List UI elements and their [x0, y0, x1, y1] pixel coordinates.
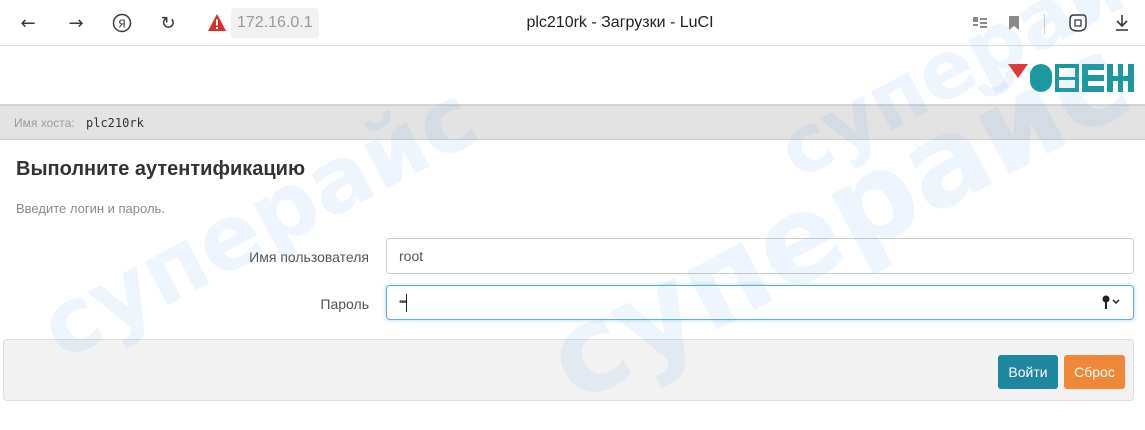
yandex-icon[interactable]: Я [110, 10, 134, 36]
reader-mode-icon[interactable] [970, 10, 990, 36]
username-input[interactable]: root [386, 238, 1134, 274]
download-icon[interactable] [1110, 10, 1134, 36]
oven-logo [1004, 54, 1138, 96]
warning-icon[interactable] [207, 13, 227, 33]
password-label: Пароль [320, 296, 369, 312]
svg-text:Я: Я [118, 18, 126, 31]
toolbar-divider [1044, 14, 1045, 34]
login-button[interactable]: Войти [998, 355, 1058, 389]
text-caret [406, 293, 408, 312]
back-arrow-icon[interactable]: ← [16, 10, 40, 36]
page-tab-title: plc210rk - Загрузки - LuCI [526, 14, 714, 31]
browser-toolbar: ← → Я ↻ 172.16.0.1 plc210rk - Загрузки -… [0, 0, 1145, 46]
password-input[interactable]: •••• [386, 285, 1134, 320]
protect-icon[interactable] [1066, 10, 1090, 36]
username-label: Имя пользователя [249, 249, 369, 265]
form-actions-bar: Войти Сброс [3, 339, 1134, 401]
hostname-bar: Имя хоста: plc210rk [0, 105, 1145, 140]
password-manager-key-icon[interactable] [1101, 293, 1123, 311]
reload-icon[interactable]: ↻ [156, 10, 180, 36]
address-bar[interactable]: 172.16.0.1 [231, 8, 319, 38]
password-value: •••• [399, 297, 407, 308]
auth-description: Введите логин и пароль. [16, 201, 165, 216]
luci-header [0, 46, 1145, 105]
bookmark-icon[interactable] [1004, 10, 1024, 36]
reset-button[interactable]: Сброс [1064, 355, 1125, 389]
forward-arrow-icon[interactable]: → [64, 10, 88, 36]
page-title: Выполните аутентификацию [16, 158, 306, 180]
username-value: root [399, 248, 424, 264]
hostname-value: plc210rk [86, 116, 144, 130]
hostname-label: Имя хоста: [14, 116, 75, 130]
